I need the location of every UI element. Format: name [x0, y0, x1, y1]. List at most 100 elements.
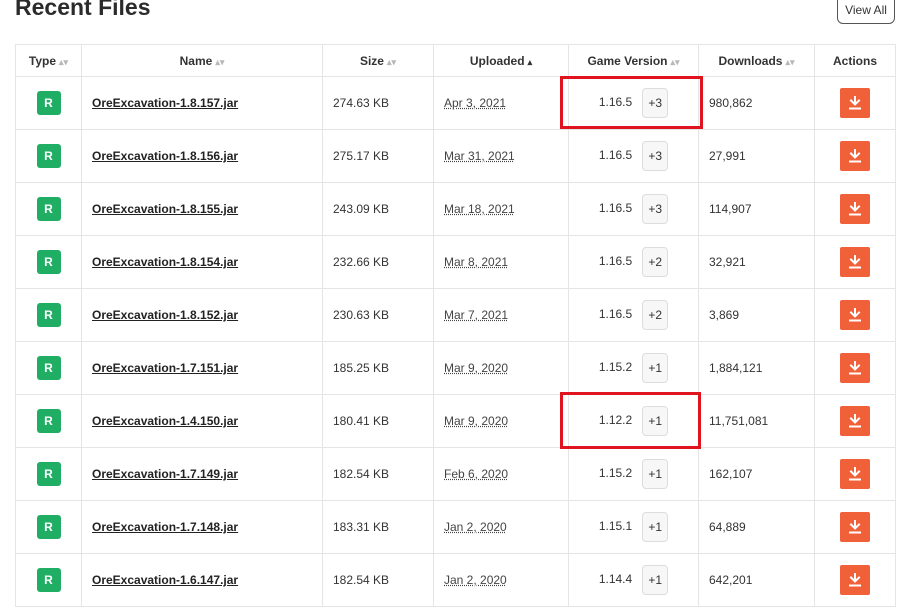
more-versions-button[interactable]: +2 [642, 247, 669, 277]
download-button[interactable] [840, 353, 870, 383]
download-button[interactable] [840, 459, 870, 489]
actions-cell [814, 394, 896, 448]
table-row: R OreExcavation-1.4.150.jar 180.41 KB Ma… [15, 394, 896, 448]
name-cell: OreExcavation-1.7.148.jar [81, 500, 323, 554]
download-button[interactable] [840, 194, 870, 224]
column-header-name[interactable]: Name ▴▾ [81, 44, 323, 77]
name-cell: OreExcavation-1.4.150.jar [81, 394, 323, 448]
column-header-uploaded[interactable]: Uploaded ▴ [433, 44, 569, 77]
type-cell: R [15, 394, 82, 448]
download-count: 11,751,081 [698, 394, 815, 448]
table-row: R OreExcavation-1.8.156.jar 275.17 KB Ma… [15, 129, 896, 183]
download-count: 1,884,121 [698, 341, 815, 395]
game-version: 1.16.5 [598, 254, 633, 269]
upload-date: Mar 8, 2021 [444, 255, 509, 269]
type-cell: R [15, 182, 82, 236]
column-header-size[interactable]: Size ▴▾ [322, 44, 434, 77]
file-size: 230.63 KB [322, 288, 434, 342]
name-cell: OreExcavation-1.7.149.jar [81, 447, 323, 501]
more-versions-button[interactable]: +1 [642, 353, 669, 383]
column-header-downloads-label: Downloads [718, 53, 783, 68]
download-count: 162,107 [698, 447, 815, 501]
download-button[interactable] [840, 512, 870, 542]
release-type-badge: R [36, 197, 61, 221]
column-header-name-label: Name [179, 53, 213, 68]
download-button[interactable] [840, 300, 870, 330]
type-cell: R [15, 76, 82, 130]
download-icon [849, 96, 861, 110]
table-header-row: Type ▴▾ Name ▴▾ Size ▴▾ Uploaded ▴ Game Vers… [15, 44, 896, 77]
table-row: R OreExcavation-1.8.152.jar 230.63 KB Ma… [15, 288, 896, 342]
file-name-link[interactable]: OreExcavation-1.7.148.jar [92, 520, 238, 534]
table-row: R OreExcavation-1.8.155.jar 243.09 KB Ma… [15, 182, 896, 236]
download-button[interactable] [840, 141, 870, 171]
type-cell: R [15, 235, 82, 289]
download-button[interactable] [840, 406, 870, 436]
uploaded-cell: Mar 18, 2021 [433, 182, 569, 236]
game-version-cell: 1.15.2 +1 [568, 341, 699, 395]
uploaded-cell: Mar 9, 2020 [433, 341, 569, 395]
upload-date: Mar 18, 2021 [444, 202, 515, 216]
download-icon [849, 414, 861, 428]
actions-cell [814, 129, 896, 183]
file-name-link[interactable]: OreExcavation-1.4.150.jar [92, 414, 238, 428]
download-button[interactable] [840, 247, 870, 277]
release-type-badge: R [36, 515, 61, 539]
file-name-link[interactable]: OreExcavation-1.8.152.jar [92, 308, 238, 322]
more-versions-button[interactable]: +1 [642, 565, 669, 595]
uploaded-cell: Jan 2, 2020 [433, 553, 569, 607]
file-size: 275.17 KB [322, 129, 434, 183]
release-type-badge: R [36, 250, 61, 274]
more-versions-button[interactable]: +1 [642, 512, 669, 542]
download-icon [849, 202, 861, 216]
sort-icon: ▴▾ [386, 56, 397, 67]
sort-asc-icon: ▴ [527, 56, 533, 67]
file-name-link[interactable]: OreExcavation-1.7.149.jar [92, 467, 238, 481]
game-version-cell: 1.16.5 +3 [568, 129, 699, 183]
more-versions-button[interactable]: +1 [642, 406, 669, 436]
upload-date: Feb 6, 2020 [444, 467, 509, 481]
game-version-cell: 1.12.2 +1 [568, 394, 699, 448]
column-header-size-label: Size [359, 53, 384, 68]
type-cell: R [15, 288, 82, 342]
name-cell: OreExcavation-1.8.156.jar [81, 129, 323, 183]
download-count: 642,201 [698, 553, 815, 607]
more-versions-button[interactable]: +3 [642, 194, 669, 224]
download-button[interactable] [840, 88, 870, 118]
file-size: 185.25 KB [322, 341, 434, 395]
table-row: R OreExcavation-1.6.147.jar 182.54 KB Ja… [15, 553, 896, 607]
more-versions-button[interactable]: +3 [642, 88, 669, 118]
more-versions-button[interactable]: +2 [642, 300, 669, 330]
more-versions-button[interactable]: +1 [642, 459, 669, 489]
release-type-badge: R [36, 568, 61, 592]
download-icon [849, 520, 861, 534]
download-button[interactable] [840, 565, 870, 595]
file-name-link[interactable]: OreExcavation-1.8.157.jar [92, 96, 238, 110]
column-header-downloads[interactable]: Downloads ▴▾ [698, 44, 815, 77]
file-name-link[interactable]: OreExcavation-1.8.154.jar [92, 255, 238, 269]
column-header-type[interactable]: Type ▴▾ [15, 44, 82, 77]
file-name-link[interactable]: OreExcavation-1.8.156.jar [92, 149, 238, 163]
file-name-link[interactable]: OreExcavation-1.8.155.jar [92, 202, 238, 216]
column-header-game-version[interactable]: Game Version ▴▾ [568, 44, 699, 77]
more-versions-button[interactable]: +3 [642, 141, 669, 171]
game-version: 1.16.5 [598, 95, 633, 110]
table-row: R OreExcavation-1.8.157.jar 274.63 KB Ap… [15, 76, 896, 130]
actions-cell [814, 341, 896, 395]
actions-cell [814, 553, 896, 607]
release-type-badge: R [36, 409, 61, 433]
download-count: 27,991 [698, 129, 815, 183]
type-cell: R [15, 553, 82, 607]
file-name-link[interactable]: OreExcavation-1.7.151.jar [92, 361, 238, 375]
file-name-link[interactable]: OreExcavation-1.6.147.jar [92, 573, 238, 587]
release-type-badge: R [36, 462, 61, 486]
game-version-cell: 1.16.5 +2 [568, 288, 699, 342]
view-all-button[interactable]: View All [837, 0, 895, 24]
file-size: 274.63 KB [322, 76, 434, 130]
upload-date: Jan 2, 2020 [444, 573, 507, 587]
column-header-actions-label: Actions [832, 53, 877, 68]
release-type-badge: R [36, 91, 61, 115]
game-version: 1.15.2 [598, 466, 633, 481]
game-version: 1.15.1 [598, 519, 633, 534]
name-cell: OreExcavation-1.8.154.jar [81, 235, 323, 289]
